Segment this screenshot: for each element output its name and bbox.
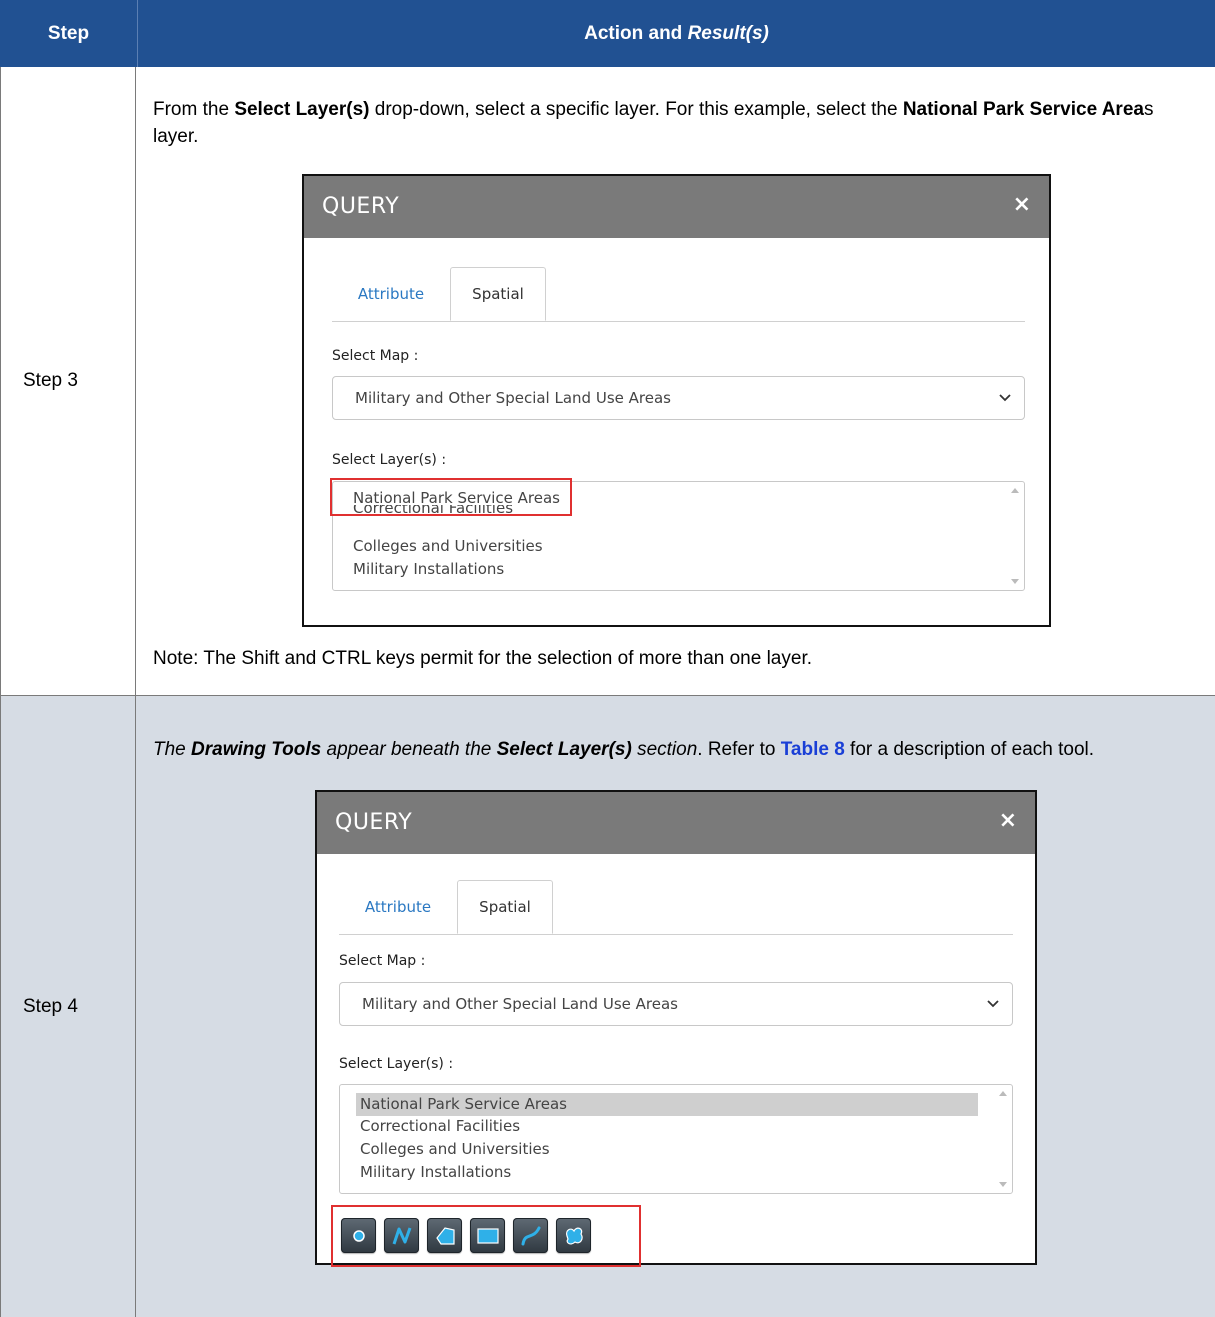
freehand-polygon-tool-icon[interactable] <box>556 1218 591 1253</box>
select-map-dropdown[interactable]: Military and Other Special Land Use Area… <box>339 982 1013 1026</box>
layer-option[interactable]: Colleges and Universities <box>360 1138 550 1161</box>
tab-spatial[interactable]: Spatial <box>457 880 553 934</box>
select-map-value: Military and Other Special Land Use Area… <box>362 995 678 1013</box>
table-8-link[interactable]: Table 8 <box>781 739 845 760</box>
layer-option[interactable]: Correctional Facilities <box>360 1115 520 1138</box>
table-row-step-4: Step 4 The Drawing Tools appear beneath … <box>0 696 1215 1317</box>
chevron-down-icon <box>999 394 1011 402</box>
select-map-dropdown[interactable]: Military and Other Special Land Use Area… <box>332 376 1025 420</box>
text: . Refer to <box>697 739 781 760</box>
table-header-row: Step Action and Result(s) <box>0 0 1215 67</box>
scroll-up-icon[interactable] <box>999 1091 1007 1096</box>
bold-text: National Park Service Area <box>902 99 1144 120</box>
header-step: Step <box>0 0 138 67</box>
layer-option[interactable]: Military Installations <box>353 558 504 581</box>
dialog-title: QUERY <box>335 810 413 835</box>
select-layers-label: Select Layer(s) : <box>332 452 447 468</box>
header-action-text: Action and <box>584 22 683 44</box>
table-row-step-3: Step 3 From the Select Layer(s) drop-dow… <box>0 67 1215 696</box>
select-map-label: Select Map : <box>339 953 426 969</box>
italic-text: section <box>631 739 698 760</box>
dialog-title-bar: QUERY × <box>317 792 1035 854</box>
bold-italic-text: Drawing Tools <box>191 739 322 760</box>
step-4-label: Step 4 <box>0 696 136 1317</box>
point-tool-icon[interactable] <box>341 1218 376 1253</box>
polyline-tool-icon[interactable] <box>384 1218 419 1253</box>
scroll-down-icon[interactable] <box>999 1182 1007 1187</box>
step-3-label: Step 3 <box>0 67 136 695</box>
query-tabs: Attribute Spatial <box>332 267 1025 322</box>
highlight-box <box>330 478 572 516</box>
close-icon[interactable]: × <box>999 808 1017 833</box>
layer-option[interactable]: Military Installations <box>360 1161 511 1184</box>
query-dialog-step-4: QUERY × Attribute Spatial Select Map : M… <box>315 790 1037 1267</box>
text: From the <box>153 99 235 120</box>
rectangle-tool-icon[interactable] <box>470 1218 505 1253</box>
select-layers-listbox[interactable]: National Park Service Areas Correctional… <box>339 1084 1013 1194</box>
close-icon[interactable]: × <box>1013 192 1031 217</box>
select-layers-label: Select Layer(s) : <box>339 1056 454 1072</box>
step-3-instruction: From the Select Layer(s) drop-down, sele… <box>153 96 1203 150</box>
header-action-italic: Result(s) <box>687 22 769 44</box>
bold-italic-text: Select Layer(s) <box>496 739 632 760</box>
select-map-label: Select Map : <box>332 348 419 364</box>
listbox-scrollbar[interactable] <box>1006 482 1024 590</box>
chevron-down-icon <box>987 1000 999 1008</box>
tab-attribute[interactable]: Attribute <box>339 880 457 934</box>
text: drop-down, select a specific layer. For … <box>369 99 903 120</box>
drawing-toolbar <box>341 1218 591 1253</box>
header-action: Action and Result(s) <box>138 0 1215 67</box>
step-3-note: Note: The Shift and CTRL keys permit for… <box>153 648 812 669</box>
step-4-action: The Drawing Tools appear beneath the Sel… <box>138 696 1215 1317</box>
scroll-up-icon[interactable] <box>1011 488 1019 493</box>
layer-option[interactable]: Colleges and Universities <box>353 535 543 558</box>
tab-spatial[interactable]: Spatial <box>450 267 546 321</box>
text: for a description of each tool. <box>844 739 1095 760</box>
tab-attribute[interactable]: Attribute <box>332 267 450 321</box>
polygon-tool-icon[interactable] <box>427 1218 462 1253</box>
step-3-action: From the Select Layer(s) drop-down, sele… <box>138 67 1215 695</box>
listbox-scrollbar[interactable] <box>994 1085 1012 1193</box>
italic-text: The <box>153 739 192 760</box>
query-dialog-step-3: QUERY × Attribute Spatial Select Map : M… <box>302 174 1051 627</box>
dialog-title-bar: QUERY × <box>304 176 1049 238</box>
italic-text: appear beneath the <box>321 739 497 760</box>
bold-text: Select Layer(s) <box>234 99 370 120</box>
scroll-down-icon[interactable] <box>1011 579 1019 584</box>
freehand-polyline-tool-icon[interactable] <box>513 1218 548 1253</box>
query-tabs: Attribute Spatial <box>339 880 1013 935</box>
dialog-title: QUERY <box>322 194 400 219</box>
layer-option-selected[interactable]: National Park Service Areas <box>356 1093 978 1116</box>
select-map-value: Military and Other Special Land Use Area… <box>355 389 671 407</box>
step-4-instruction: The Drawing Tools appear beneath the Sel… <box>153 736 1203 763</box>
